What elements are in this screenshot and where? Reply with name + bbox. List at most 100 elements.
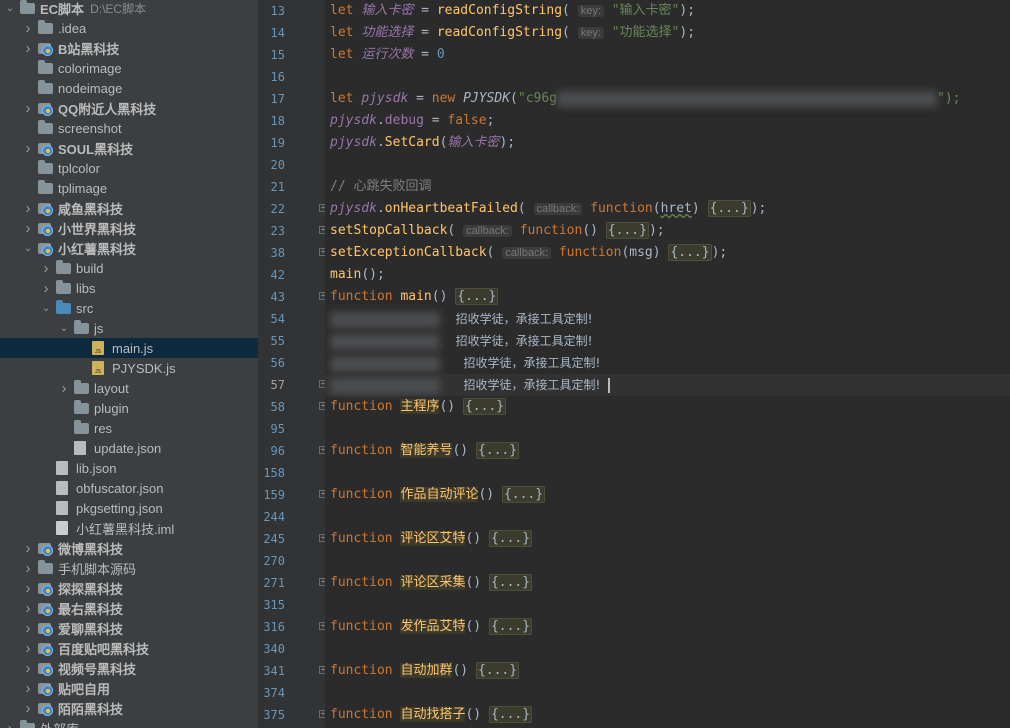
tree-item[interactable]: ›tplimage [0, 178, 258, 198]
tree-item[interactable]: ⌄ EC脚本 D:\EC脚本 [0, 0, 258, 18]
folded-region[interactable]: {...} [488, 706, 533, 723]
folded-region[interactable]: {...} [488, 574, 533, 591]
chevron-right-icon[interactable]: › [22, 580, 34, 597]
chevron-down-icon[interactable]: ⌄ [58, 323, 70, 334]
project-tree[interactable]: ⌄EC脚本D:\EC脚本›.idea›B站黑科技›colorimage›node… [0, 0, 258, 728]
code-line-15[interactable]: let 运行次数 = 0 [325, 44, 1010, 66]
folded-region[interactable]: {...} [488, 530, 533, 547]
code-line-38[interactable]: setExceptionCallback( callback: function… [325, 242, 1010, 264]
tree-item[interactable]: › 百度贴吧黑科技 [0, 638, 258, 658]
tree-item[interactable]: › SOUL黑科技 [0, 138, 258, 158]
tree-item[interactable]: › libs [0, 278, 258, 298]
tree-item[interactable]: › B站黑科技 [0, 38, 258, 58]
tree-item[interactable]: › 探探黑科技 [0, 578, 258, 598]
folded-region[interactable]: {...} [475, 442, 520, 459]
code-line-16[interactable] [325, 66, 1010, 88]
tree-item[interactable]: ›obfuscator.json [0, 478, 258, 498]
folded-region[interactable]: {...} [462, 398, 507, 415]
code-line-18[interactable]: pjysdk.debug = false; [325, 110, 1010, 132]
code-line-315[interactable] [325, 594, 1010, 616]
tree-item[interactable]: › 咸鱼黑科技 [0, 198, 258, 218]
code-line-95[interactable] [325, 418, 1010, 440]
tree-item[interactable]: › .idea [0, 18, 258, 38]
tree-item[interactable]: ›plugin [0, 398, 258, 418]
code-line-341[interactable]: function 自动加群() {...} [325, 660, 1010, 682]
tree-item[interactable]: › 贴吧自用 [0, 678, 258, 698]
code-line-374[interactable] [325, 682, 1010, 704]
chevron-right-icon[interactable]: › [22, 700, 34, 717]
chevron-right-icon[interactable]: › [4, 720, 16, 728]
folded-region[interactable]: {...} [475, 662, 520, 679]
tree-item[interactable]: ›nodeimage [0, 78, 258, 98]
tree-item[interactable]: ›lib.json [0, 458, 258, 478]
code-line-14[interactable]: let 功能选择 = readConfigString( key: "功能选择"… [325, 22, 1010, 44]
tree-item[interactable]: › 陌陌黑科技 [0, 698, 258, 718]
code-line-17[interactable]: let pjysdk = new PJYSDK("c96g "); [325, 88, 1010, 110]
code-line-13[interactable]: let 输入卡密 = readConfigString( key: "输入卡密"… [325, 0, 1010, 22]
chevron-right-icon[interactable]: › [58, 380, 70, 397]
folded-region[interactable]: {...} [707, 200, 751, 217]
chevron-down-icon[interactable]: ⌄ [40, 303, 52, 314]
tree-item[interactable]: › build [0, 258, 258, 278]
tree-item[interactable]: › 微博黑科技 [0, 538, 258, 558]
code-line-159[interactable]: function 作品自动评论() {...} [325, 484, 1010, 506]
code-line-316[interactable]: function 发作品艾特() {...} [325, 616, 1010, 638]
code-line-245[interactable]: function 评论区艾特() {...} [325, 528, 1010, 550]
tree-item[interactable]: › layout [0, 378, 258, 398]
tree-item[interactable]: ›JSPJYSDK.js [0, 358, 258, 378]
folded-region[interactable]: {...} [501, 486, 546, 503]
tree-item[interactable]: › 视频号黑科技 [0, 658, 258, 678]
tree-item[interactable]: ›JSmain.js [0, 338, 258, 358]
chevron-right-icon[interactable]: › [22, 560, 34, 577]
tree-item[interactable]: › 手机脚本源码 [0, 558, 258, 578]
code-line-55[interactable]: 招收学徒，承接工具定制! [325, 330, 1010, 352]
chevron-right-icon[interactable]: › [22, 660, 34, 677]
folded-region[interactable]: {...} [668, 244, 712, 261]
tree-item[interactable]: ›res [0, 418, 258, 438]
tree-item[interactable]: ›colorimage [0, 58, 258, 78]
chevron-right-icon[interactable]: › [22, 600, 34, 617]
tree-item[interactable]: ›pkgsetting.json [0, 498, 258, 518]
chevron-right-icon[interactable]: › [22, 620, 34, 637]
code-editor[interactable]: let 输入卡密 = readConfigString( key: "输入卡密"… [325, 0, 1010, 728]
folded-region[interactable]: {...} [488, 618, 533, 635]
tree-item[interactable]: ›tplcolor [0, 158, 258, 178]
tree-item[interactable]: › 外部库 [0, 718, 258, 728]
code-line-340[interactable] [325, 638, 1010, 660]
code-line-21[interactable]: // 心跳失败回调 [325, 176, 1010, 198]
tree-item[interactable]: › 最右黑科技 [0, 598, 258, 618]
chevron-right-icon[interactable]: › [22, 20, 34, 37]
tree-item[interactable]: › QQ附近人黑科技 [0, 98, 258, 118]
code-line-19[interactable]: pjysdk.SetCard(输入卡密); [325, 132, 1010, 154]
chevron-right-icon[interactable]: › [22, 200, 34, 217]
tree-item[interactable]: › 爱聊黑科技 [0, 618, 258, 638]
chevron-down-icon[interactable]: ⌄ [4, 3, 16, 14]
chevron-right-icon[interactable]: › [22, 640, 34, 657]
code-line-271[interactable]: function 评论区采集() {...} [325, 572, 1010, 594]
chevron-right-icon[interactable]: › [22, 540, 34, 557]
tree-item[interactable]: ⌄ 小红薯黑科技 [0, 238, 258, 258]
tree-item[interactable]: ›小红薯黑科技.iml [0, 518, 258, 538]
chevron-right-icon[interactable]: › [40, 260, 52, 277]
code-line-96[interactable]: function 智能养号() {...} [325, 440, 1010, 462]
code-line-375[interactable]: function 自动找搭子() {...} [325, 704, 1010, 726]
code-line-244[interactable] [325, 506, 1010, 528]
folded-region[interactable]: {...} [605, 222, 649, 239]
tree-item[interactable]: ›screenshot [0, 118, 258, 138]
tree-item[interactable]: › 小世界黑科技 [0, 218, 258, 238]
chevron-right-icon[interactable]: › [22, 220, 34, 237]
chevron-right-icon[interactable]: › [22, 680, 34, 697]
code-line-43[interactable]: function main() {...} [325, 286, 1010, 308]
code-line-56[interactable]: 招收学徒，承接工具定制! [325, 352, 1010, 374]
tree-item[interactable]: ›update.json [0, 438, 258, 458]
chevron-right-icon[interactable]: › [40, 280, 52, 297]
code-line-20[interactable] [325, 154, 1010, 176]
folded-region[interactable]: {...} [455, 288, 499, 305]
chevron-right-icon[interactable]: › [22, 100, 34, 117]
code-line-42[interactable]: main(); [325, 264, 1010, 286]
tree-item[interactable]: ⌄ js [0, 318, 258, 338]
code-line-22[interactable]: pjysdk.onHeartbeatFailed( callback: func… [325, 198, 1010, 220]
code-line-58[interactable]: function 主程序() {...} [325, 396, 1010, 418]
chevron-down-icon[interactable]: ⌄ [22, 243, 34, 254]
code-line-23[interactable]: setStopCallback( callback: function() {.… [325, 220, 1010, 242]
